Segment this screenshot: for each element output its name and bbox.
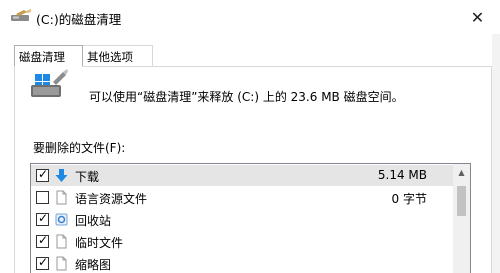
disk-cleanup-window: (C:)的磁盘清理 ✕ 磁盘清理 其他选项 可以使用“磁盘清理”来释放 (C:)… [0,0,500,273]
blank-file-icon [56,234,67,249]
file-name: 回收站 [75,214,112,228]
window-title: (C:)的磁盘清理 [36,12,122,27]
title-bar[interactable]: (C:)的磁盘清理 ✕ [0,0,500,34]
tab-more-options[interactable]: 其他选项 [82,45,153,67]
tab-more-options-label: 其他选项 [87,50,133,64]
checkbox-thumbnails[interactable]: ✓ [36,255,49,270]
recycle-bin-icon [55,213,68,226]
download-arrow-icon [55,169,68,182]
file-list[interactable]: ✓ 下载 5.14 MB 语言资源文件 0 字节 ✓ 回收站 ✓ 临时文件 ✓ … [30,163,471,273]
list-scrollbar[interactable]: ▲ [453,164,470,273]
file-name: 下载 [75,170,100,184]
file-size: 5.14 MB [377,168,427,182]
check-icon: ✓ [38,211,49,225]
tab-disk-cleanup[interactable]: 磁盘清理 [14,45,83,67]
window-side-edge [492,34,500,273]
files-to-delete-label: 要删除的文件(F): [33,141,126,155]
list-item-thumbnails[interactable]: ✓ 缩略图 [31,253,455,273]
close-button[interactable]: ✕ [455,0,500,34]
space-summary-text: 可以使用“磁盘清理”来释放 (C:) 上的 23.6 MB 磁盘空间。 [89,90,404,104]
list-item-temp-files[interactable]: ✓ 临时文件 [31,231,455,252]
list-item-recycle-bin[interactable]: ✓ 回收站 [31,209,455,230]
checkbox-downloads[interactable]: ✓ [36,167,49,182]
file-name: 临时文件 [75,236,124,250]
file-name: 缩略图 [75,258,112,272]
file-size: 0 字节 [391,192,427,206]
disk-cleanup-app-icon [11,9,31,21]
tab-disk-cleanup-label: 磁盘清理 [19,50,65,64]
drive-cleanup-icon [31,69,68,97]
check-icon: ✓ [38,233,49,247]
file-name: 语言资源文件 [75,192,148,206]
scroll-up-arrow-icon: ▲ [458,168,465,177]
checkbox-language-resources[interactable] [36,191,49,204]
list-item-language-resources[interactable]: 语言资源文件 0 字节 [31,187,455,208]
scroll-up-button[interactable]: ▲ [453,164,470,181]
checkbox-recycle-bin[interactable]: ✓ [36,211,49,226]
check-icon: ✓ [38,255,49,269]
scroll-thumb[interactable] [457,186,466,216]
list-item-downloads[interactable]: ✓ 下载 5.14 MB [31,165,455,186]
blank-file-icon [56,256,67,271]
blank-file-icon [56,190,67,205]
checkbox-temp-files[interactable]: ✓ [36,233,49,248]
check-icon: ✓ [38,167,49,181]
close-icon: ✕ [470,7,485,27]
